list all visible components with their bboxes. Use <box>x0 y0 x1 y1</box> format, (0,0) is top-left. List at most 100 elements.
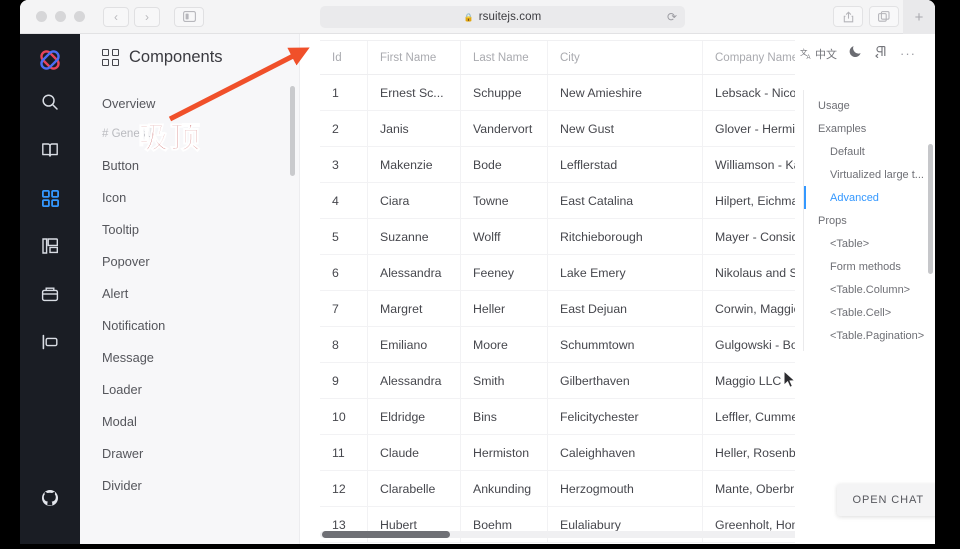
address-bar[interactable]: 🔒 rsuitejs.com ⟳ <box>320 6 685 28</box>
nav-section-general: # General <box>102 128 153 140</box>
table-row[interactable]: 9 Alessandra Smith Gilberthaven Maggio L… <box>320 363 795 399</box>
sidebar-item-resources[interactable] <box>30 274 70 314</box>
cell-company: Heller, Rosenba <box>715 445 795 460</box>
table-row[interactable]: 6 Alessandra Feeney Lake Emery Nikolaus … <box>320 255 795 291</box>
sidebar-toggle-button[interactable] <box>174 6 204 27</box>
nav-item-tooltip[interactable]: Tooltip <box>80 213 299 245</box>
cell-id: 12 <box>320 471 368 506</box>
forward-button[interactable]: › <box>134 6 160 27</box>
data-table: Id First Name Last Name City Company Nam… <box>320 40 795 543</box>
cell-last-name: Vandervort <box>461 111 548 146</box>
close-window-button[interactable] <box>36 11 47 22</box>
table-row[interactable]: 12 Clarabelle Ankunding Herzogmouth Mant… <box>320 471 795 507</box>
table-row[interactable]: 8 Emiliano Moore Schummtown Gulgowski - … <box>320 327 795 363</box>
nav-item-divider[interactable]: Divider <box>80 469 299 501</box>
grid-icon <box>102 49 119 66</box>
cell-first-name: Ciara <box>368 183 461 218</box>
column-header-last[interactable]: Last Name <box>461 41 548 74</box>
nav-title: Components <box>129 48 223 66</box>
toc-item-default[interactable]: Default <box>804 140 931 163</box>
nav-item-button[interactable]: Button <box>80 149 299 181</box>
table-row[interactable]: 2 Janis Vandervort New Gust Glover - Her… <box>320 111 795 147</box>
more-options-button[interactable]: ··· <box>900 46 916 61</box>
sidebar-item-components[interactable] <box>30 178 70 218</box>
nav-item-drawer[interactable]: Drawer <box>80 437 299 469</box>
nav-item-modal[interactable]: Modal <box>80 405 299 437</box>
table-row[interactable]: 4 Ciara Towne East Catalina Hilpert, Eic… <box>320 183 795 219</box>
nav-list: Overview # General Button Icon Tooltip P… <box>80 81 299 501</box>
language-toggle-button[interactable]: 文 A 中文 <box>800 46 837 62</box>
table-row[interactable]: 1 Ernest Sc... Schuppe New Amieshire Leb… <box>320 75 795 111</box>
theme-toggle-button[interactable] <box>849 44 863 63</box>
sidebar-item-guide[interactable] <box>30 130 70 170</box>
table-row[interactable]: 3 Makenzie Bode Lefflerstad Williamson -… <box>320 147 795 183</box>
window-controls[interactable] <box>36 11 85 22</box>
text-direction-button[interactable] <box>875 45 888 63</box>
cell-company: Mante, Oberbru <box>715 481 795 496</box>
toc-item-advanced[interactable]: Advanced <box>804 186 931 209</box>
nav-item-icon[interactable]: Icon <box>80 181 299 213</box>
column-header-city[interactable]: City <box>548 41 703 74</box>
panel-icon <box>42 334 58 350</box>
github-link[interactable] <box>30 478 70 518</box>
cell-last-name: Hermiston <box>461 435 548 470</box>
back-button[interactable]: ‹ <box>103 6 129 27</box>
toc-item-table[interactable]: <Table> <box>804 232 931 255</box>
rsuite-logo-icon[interactable] <box>36 46 64 74</box>
table-row[interactable]: 7 Margret Heller East Dejuan Corwin, Mag… <box>320 291 795 327</box>
column-header-company[interactable]: Company Name <box>703 41 795 74</box>
cell-city: Gilberthaven <box>548 363 703 398</box>
nav-item-overview[interactable]: Overview <box>80 87 299 119</box>
cell-first-name: Makenzie <box>368 147 461 182</box>
maximize-window-button[interactable] <box>74 11 85 22</box>
cell-city: New Gust <box>548 111 703 146</box>
toc-item-virtualized[interactable]: Virtualized large t... <box>804 163 931 186</box>
cell-city: Ritchieborough <box>548 219 703 254</box>
new-tab-button[interactable]: + <box>903 0 935 34</box>
table-row[interactable]: 5 Suzanne Wolff Ritchieborough Mayer - C… <box>320 219 795 255</box>
cell-last-name: Feeney <box>461 255 548 290</box>
toc-item-usage[interactable]: Usage <box>804 94 931 117</box>
column-header-id[interactable]: Id <box>320 41 368 74</box>
sidebar-item-extensions[interactable] <box>30 322 70 362</box>
nav-item-loader[interactable]: Loader <box>80 373 299 405</box>
cell-first-name: Alessandra <box>368 255 461 290</box>
nav-item-notification[interactable]: Notification <box>80 309 299 341</box>
sidebar-item-search[interactable] <box>30 82 70 122</box>
toc-item-props[interactable]: Props <box>804 209 931 232</box>
nav-item-alert[interactable]: Alert <box>80 277 299 309</box>
reload-icon[interactable]: ⟳ <box>667 10 677 24</box>
moon-icon <box>849 46 861 58</box>
nav-item-message[interactable]: Message <box>80 341 299 373</box>
table-header-row: Id First Name Last Name City Company Nam… <box>320 41 795 75</box>
tabs-overview-button[interactable] <box>869 6 899 27</box>
nav-item-popover[interactable]: Popover <box>80 245 299 277</box>
cell-id: 1 <box>320 75 368 110</box>
table-row[interactable]: 10 Eldridge Bins Felicitychester Leffler… <box>320 399 795 435</box>
toc-item-table-column[interactable]: <Table.Column> <box>804 278 931 301</box>
page-tools: 文 A 中文 ··· <box>795 34 935 63</box>
open-chat-button[interactable]: OPEN CHAT <box>836 484 935 516</box>
page-scrollbar[interactable] <box>928 144 933 274</box>
share-button[interactable] <box>833 6 863 27</box>
cell-company: Williamson - Kas <box>715 157 795 172</box>
table-row[interactable]: 11 Claude Hermiston Caleighhaven Heller,… <box>320 435 795 471</box>
url-text: rsuitejs.com <box>478 11 542 23</box>
cell-last-name: Heller <box>461 291 548 326</box>
toc-item-table-cell[interactable]: <Table.Cell> <box>804 301 931 324</box>
toc-item-form-methods[interactable]: Form methods <box>804 255 931 278</box>
minimize-window-button[interactable] <box>55 11 66 22</box>
right-panel: 文 A 中文 ··· Usage Examples Default Virtua… <box>795 34 935 544</box>
cell-id: 2 <box>320 111 368 146</box>
toc-item-table-pagination[interactable]: <Table.Pagination> <box>804 324 931 347</box>
search-icon <box>42 94 58 110</box>
table-hscrollbar-thumb[interactable] <box>322 531 450 538</box>
cell-id: 6 <box>320 255 368 290</box>
column-header-first[interactable]: First Name <box>368 41 461 74</box>
cell-company: Glover - Hermist <box>715 121 795 136</box>
cell-first-name: Emiliano <box>368 327 461 362</box>
nav-scrollbar[interactable] <box>290 86 295 176</box>
toc-item-examples[interactable]: Examples <box>804 117 931 140</box>
sidebar-item-design[interactable] <box>30 226 70 266</box>
box-icon <box>41 287 59 302</box>
